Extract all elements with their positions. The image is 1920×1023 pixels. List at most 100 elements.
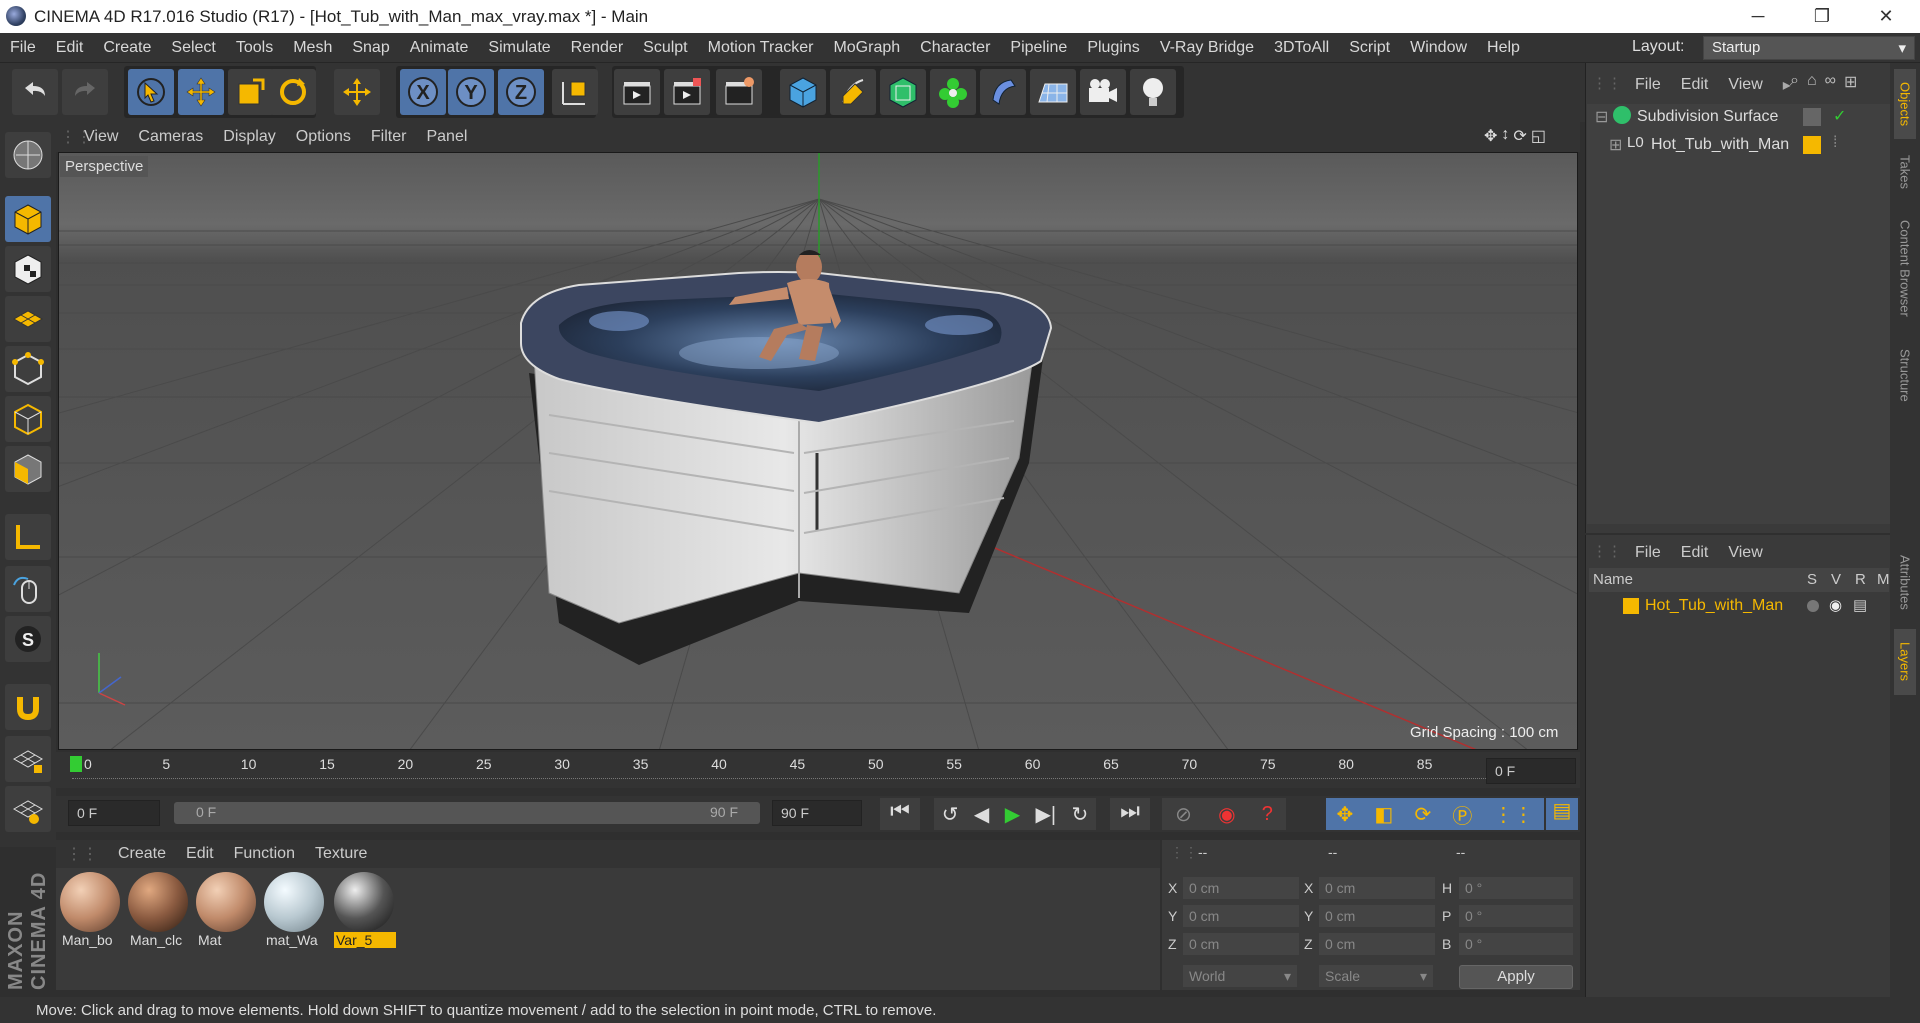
object-row[interactable]: ⊞ L0 Hot_Tub_with_Man ⁞ [1587,132,1890,158]
rotation-p-field[interactable]: 0 ° [1458,904,1574,928]
object-menu-file[interactable]: File [1625,76,1671,94]
key-rotation-icon[interactable]: ⟳ [1414,802,1431,827]
timeline[interactable]: 051015202530354045505560657075808590 0 F [56,752,1580,788]
menu-mograph[interactable]: MoGraph [823,39,910,57]
autokey-icon[interactable]: ◉ [1218,802,1235,827]
material-swatch-selected[interactable]: Var_5 [334,872,396,954]
layer-slot[interactable] [1803,108,1821,126]
solo-dot-icon[interactable] [1807,600,1819,612]
link-icon[interactable]: ∞ [1825,72,1836,92]
material-menu-create[interactable]: Create [108,845,176,863]
material-swatch[interactable]: mat_Wa [264,872,326,954]
layer-color-swatch[interactable] [1803,136,1821,154]
rotation-b-field[interactable]: 0 ° [1458,932,1574,956]
tab-takes[interactable]: Takes [1894,145,1916,199]
menu-create[interactable]: Create [93,39,161,57]
layer-menu-view[interactable]: View [1718,544,1772,562]
tab-objects[interactable]: Objects [1894,69,1916,139]
tab-layers[interactable]: Layers [1894,629,1916,695]
checkmark-icon[interactable]: ✓ [1833,106,1846,126]
go-to-start-button[interactable]: ⏮ [880,798,920,830]
snap-button[interactable] [5,684,51,730]
size-y-field[interactable]: 0 cm [1318,904,1436,928]
size-z-field[interactable]: 0 cm [1318,932,1436,956]
menu-select[interactable]: Select [161,39,225,57]
move-tool-button[interactable] [178,69,224,115]
material-menu-texture[interactable]: Texture [305,845,377,863]
menu-file[interactable]: File [0,39,46,57]
coordinate-system-button[interactable] [552,69,598,115]
orbit-icon[interactable]: ⟳ [1513,126,1526,148]
next-key-icon[interactable]: ↻ [1072,802,1089,827]
viewport-menu-panel[interactable]: Panel [416,128,477,146]
object-row[interactable]: ⊟ Subdivision Surface ✓ [1587,104,1890,130]
viewport-menu-options[interactable]: Options [286,128,361,146]
workplane-mode-button[interactable] [5,296,51,342]
record-disabled-icon[interactable]: ⊘ [1175,802,1192,827]
end-frame-field[interactable]: 90 F [772,800,862,826]
size-mode-dropdown[interactable]: Scale ▾ [1318,964,1434,988]
add-floor-button[interactable] [1030,69,1076,115]
layout-dropdown[interactable]: Startup ▾ [1703,36,1915,60]
key-parameter-icon[interactable]: Ⓟ [1452,800,1472,829]
viewport-menu-filter[interactable]: Filter [361,128,417,146]
render-view-button[interactable] [614,69,660,115]
object-menu-edit[interactable]: Edit [1671,76,1719,94]
add-light-button[interactable] [1130,69,1176,115]
material-menu-edit[interactable]: Edit [176,845,224,863]
recent-tool-button[interactable] [334,69,380,115]
go-to-end-button[interactable]: ⏭ [1110,798,1150,830]
points-mode-button[interactable] [5,346,51,392]
start-frame-field[interactable]: 0 F [68,800,160,826]
texture-mode-button[interactable] [5,246,51,292]
model-mode-button[interactable] [5,196,51,242]
new-window-icon[interactable]: ⊞ [1844,72,1857,92]
workplane-lock-button[interactable] [5,736,51,782]
home-icon[interactable]: ⌂ [1807,72,1817,92]
layer-row[interactable]: Hot_Tub_with_Man ◉ ▤ [1589,594,1889,618]
polygons-mode-button[interactable] [5,446,51,492]
solo-mode-button[interactable]: S [5,616,51,662]
rotate-tool-button[interactable] [270,69,316,115]
position-x-field[interactable]: 0 cm [1182,876,1300,900]
material-swatch[interactable]: Mat [196,872,258,954]
viewport-menu-display[interactable]: Display [213,128,285,146]
viewport-menu-cameras[interactable]: Cameras [128,128,213,146]
redo-button[interactable] [62,69,108,115]
layer-menu-edit[interactable]: Edit [1671,544,1719,562]
add-cube-button[interactable] [780,69,826,115]
live-selection-button[interactable] [128,69,174,115]
menu-script[interactable]: Script [1339,39,1400,57]
rotation-h-field[interactable]: 0 ° [1458,876,1574,900]
maximize-button[interactable]: ❐ [1794,0,1850,33]
key-position-icon[interactable]: ✥ [1337,802,1354,827]
menu-sculpt[interactable]: Sculpt [633,39,697,57]
current-frame-field[interactable]: 0 F [1486,758,1576,784]
add-mograph-cloner-button[interactable] [930,69,976,115]
object-menu-view[interactable]: View [1718,76,1772,94]
menu-character[interactable]: Character [910,39,1000,57]
previous-frame-icon[interactable]: ◀ [974,802,989,827]
key-pla-icon[interactable]: ⋮⋮ [1493,802,1533,827]
render-settings-button[interactable] [716,69,762,115]
y-axis-lock-button[interactable]: Y [448,69,494,115]
menu-vray-bridge[interactable]: V-Ray Bridge [1150,39,1264,57]
viewport-menu-view[interactable]: View [74,128,128,146]
add-camera-button[interactable] [1080,69,1126,115]
material-menu-function[interactable]: Function [224,845,305,863]
position-y-field[interactable]: 0 cm [1182,904,1300,928]
visibility-dots-icon[interactable]: ⁞ [1833,134,1837,152]
layer-color-swatch[interactable] [1623,598,1639,614]
x-axis-lock-button[interactable]: X [400,69,446,115]
next-frame-icon[interactable]: ▶| [1036,802,1057,827]
material-swatch[interactable]: Man_clc [128,872,190,954]
playhead[interactable] [70,756,82,772]
size-x-field[interactable]: 0 cm [1318,876,1436,900]
menu-snap[interactable]: Snap [342,39,399,57]
dolly-icon[interactable]: ↕ [1501,126,1509,148]
menu-simulate[interactable]: Simulate [478,39,560,57]
undo-button[interactable] [12,69,58,115]
expand-icon[interactable]: ⊞ [1609,135,1622,155]
menu-tools[interactable]: Tools [226,39,283,57]
render-clapper-icon[interactable]: ▤ [1853,596,1867,614]
